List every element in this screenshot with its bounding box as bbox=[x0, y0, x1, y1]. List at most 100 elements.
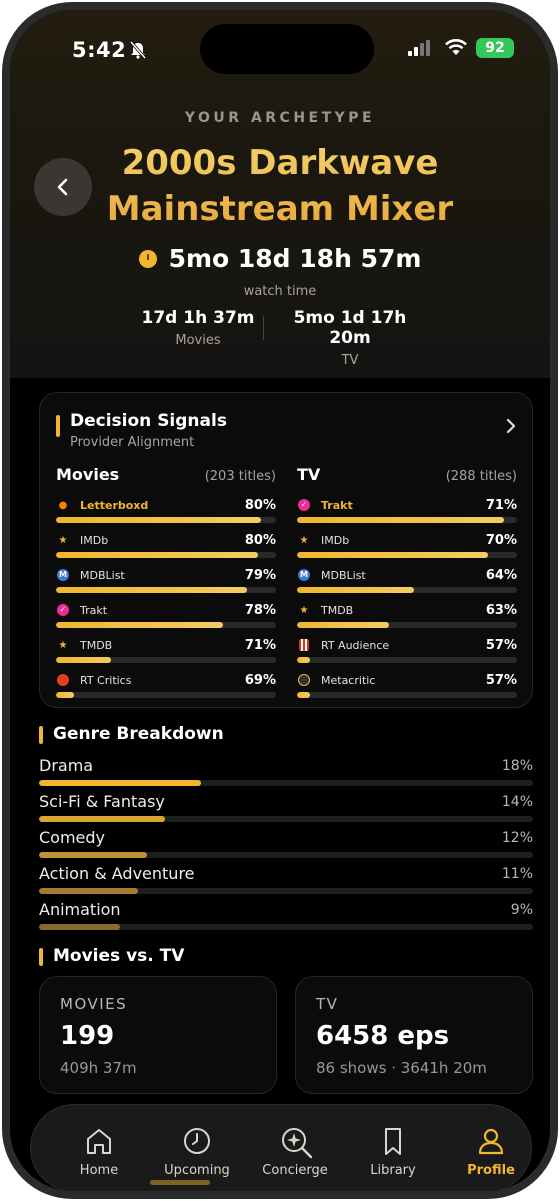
tv-stat-card: TV 6458 eps 86 shows · 3641h 20m bbox=[295, 976, 533, 1094]
split-divider bbox=[263, 316, 264, 340]
movies-watch-time: 17d 1h 37m Movies bbox=[130, 308, 266, 348]
provider-name: Letterboxd bbox=[80, 498, 149, 512]
genre-row: Sci-Fi & Fantasy 14% bbox=[39, 792, 533, 828]
decision-signals-title: Decision Signals bbox=[70, 411, 227, 431]
decision-signals-subtitle: Provider Alignment bbox=[70, 435, 195, 450]
provider-percent: 64% bbox=[485, 567, 517, 583]
provider-percent: 57% bbox=[485, 637, 517, 653]
provider-percent: 71% bbox=[485, 497, 517, 513]
tv-watch-time: 5mo 1d 17h 20m TV bbox=[272, 308, 428, 368]
genre-percent: 14% bbox=[501, 794, 533, 810]
scroll-indicator bbox=[150, 1180, 210, 1185]
provider-name: RT Audience bbox=[321, 638, 390, 652]
bookmark-icon bbox=[385, 1128, 401, 1155]
genre-row: Drama 18% bbox=[39, 756, 533, 792]
section-accent bbox=[56, 415, 60, 437]
archetype-title-line1: 2000s Darkwave bbox=[121, 143, 439, 183]
tab-concierge[interactable]: Concierge bbox=[245, 1105, 345, 1191]
tv-time-label: TV bbox=[341, 353, 359, 368]
genre-bar-track bbox=[39, 924, 533, 930]
chevron-right-icon[interactable] bbox=[502, 417, 520, 435]
tv-signals-title: TV bbox=[297, 465, 321, 484]
genre-name: Drama bbox=[39, 756, 94, 775]
provider-name: Metacritic bbox=[321, 673, 376, 687]
genre-percent: 9% bbox=[510, 902, 533, 918]
tv-provider-row: ★ TMDB 63% bbox=[297, 592, 517, 628]
provider-name: RT Critics bbox=[80, 673, 132, 687]
provider-name: MDBList bbox=[80, 568, 125, 582]
popcorn-icon bbox=[297, 638, 311, 652]
genre-bar-track bbox=[39, 780, 533, 786]
genre-row: Action & Adventure 11% bbox=[39, 864, 533, 900]
genre-bar-fill bbox=[39, 924, 120, 930]
provider-percent: 80% bbox=[244, 532, 276, 548]
provider-percent: 71% bbox=[244, 637, 276, 653]
tv-provider-row: Metacritic 57% bbox=[297, 662, 517, 698]
archetype-title-line2: Mainstream Mixer bbox=[106, 189, 454, 229]
metacritic-icon bbox=[297, 673, 311, 687]
tab-upcoming-label: Upcoming bbox=[164, 1163, 230, 1178]
provider-name: MDBList bbox=[321, 568, 366, 582]
movies-stat-label: MOVIES bbox=[60, 995, 128, 1013]
movies-provider-row: ★ IMDb 80% bbox=[56, 522, 276, 558]
phone-frame: 5:42 92 YOUR ARCHETYPE 2000s Darkwave Ma… bbox=[2, 2, 558, 1199]
provider-name: Trakt bbox=[321, 498, 353, 512]
genre-bar-fill bbox=[39, 888, 138, 894]
provider-bar-track bbox=[56, 692, 276, 698]
provider-percent: 69% bbox=[244, 672, 276, 688]
tv-stat-label: TV bbox=[316, 995, 339, 1013]
movies-provider-row: RT Critics 69% bbox=[56, 662, 276, 698]
decision-signals-card[interactable]: Decision Signals Provider Alignment Movi… bbox=[39, 392, 533, 708]
genre-bar-track bbox=[39, 816, 533, 822]
provider-name: Trakt bbox=[80, 603, 108, 617]
dynamic-island bbox=[200, 24, 374, 74]
provider-bar-fill bbox=[297, 692, 311, 698]
provider-bar-track bbox=[297, 692, 517, 698]
tab-concierge-label: Concierge bbox=[262, 1163, 328, 1178]
archetype-title: 2000s Darkwave Mainstream Mixer bbox=[70, 140, 490, 232]
movies-vs-tv-title: Movies vs. TV bbox=[53, 946, 185, 966]
tab-profile[interactable]: Profile bbox=[441, 1105, 541, 1191]
provider-percent: 80% bbox=[244, 497, 276, 513]
genre-percent: 11% bbox=[501, 866, 533, 882]
tab-library[interactable]: Library bbox=[343, 1105, 443, 1191]
tab-upcoming[interactable]: Upcoming bbox=[147, 1105, 247, 1191]
provider-name: IMDb bbox=[321, 533, 350, 547]
movies-stat-sub: 409h 37m bbox=[60, 1059, 137, 1077]
genre-bar-fill bbox=[39, 852, 147, 858]
mdblist-icon: M bbox=[297, 568, 311, 582]
movies-time-label: Movies bbox=[175, 333, 221, 348]
section-accent bbox=[39, 726, 43, 744]
provider-percent: 78% bbox=[244, 602, 276, 618]
bell-muted-icon bbox=[129, 41, 147, 59]
tomato-icon bbox=[56, 673, 70, 687]
tv-stat-value: 6458 eps bbox=[316, 1021, 450, 1051]
trakt-icon: ✓ bbox=[297, 498, 311, 512]
tv-time-value: 5mo 1d 17h 20m bbox=[293, 308, 407, 348]
watch-time-total: 5mo 18d 18h 57m bbox=[168, 244, 422, 273]
genre-name: Action & Adventure bbox=[39, 864, 195, 883]
provider-percent: 63% bbox=[485, 602, 517, 618]
genre-name: Sci-Fi & Fantasy bbox=[39, 792, 165, 811]
star-icon: ★ bbox=[299, 604, 309, 616]
signal-icon bbox=[408, 40, 430, 56]
tab-bar: Home Upcoming Concierge Library Profile bbox=[30, 1104, 532, 1191]
provider-bar-fill bbox=[56, 692, 74, 698]
chevron-left-icon bbox=[57, 178, 68, 196]
genre-bar-track bbox=[39, 852, 533, 858]
person-icon bbox=[478, 1128, 504, 1155]
sparkle-search-icon bbox=[282, 1128, 313, 1159]
clock-icon bbox=[138, 249, 157, 268]
home-icon bbox=[87, 1129, 111, 1154]
tab-home[interactable]: Home bbox=[49, 1105, 149, 1191]
status-time: 5:42 bbox=[72, 38, 127, 62]
movies-provider-row: ● Letterboxd 80% bbox=[56, 487, 276, 523]
movies-signals-column: Movies (203 titles) ● Letterboxd 80% ★ IMDb 8… bbox=[56, 465, 276, 698]
genre-row: Comedy 12% bbox=[39, 828, 533, 864]
star-icon: ★ bbox=[58, 639, 68, 651]
battery-icon: 92 bbox=[476, 38, 514, 58]
genre-breakdown-title: Genre Breakdown bbox=[53, 724, 224, 744]
archetype-kicker: YOUR ARCHETYPE bbox=[184, 110, 376, 126]
provider-percent: 79% bbox=[244, 567, 276, 583]
movies-signals-count: (203 titles) bbox=[204, 469, 276, 484]
